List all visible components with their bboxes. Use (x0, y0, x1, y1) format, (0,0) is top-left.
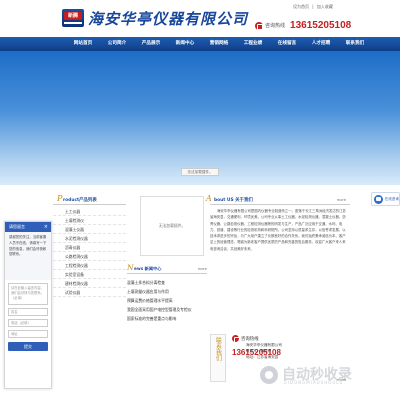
about-more-link[interactable]: more (337, 198, 346, 202)
add-favorite-link[interactable]: 加入收藏 (317, 4, 333, 9)
set-homepage-link[interactable]: 设为首页 (293, 4, 309, 9)
contact-hotline: 咨询热线 (232, 335, 259, 343)
chat-header: 请您留言 × (5, 222, 51, 232)
phone-icon (255, 21, 263, 30)
nav-item-projects[interactable]: 工程业绩 (236, 37, 270, 51)
top-links: 设为首页 | 加入收藏 (293, 4, 335, 10)
news-item[interactable]: 预算运费价格管理水平提高 (127, 296, 207, 305)
product-item[interactable]: 实验室设备 (53, 270, 126, 279)
logo[interactable]: 新腾 (62, 9, 84, 27)
chat-message: 感谢您的关注，当前客服人员不在线，请填写一下您的信息，我们会尽快和您联系。 (5, 232, 51, 280)
news-item[interactable]: 土壤测量仪器应用与作用 (127, 287, 207, 296)
product-item[interactable]: 土工仪器 (53, 207, 126, 216)
logo-badge-text: 新腾 (64, 12, 82, 20)
company-name: 海安华亭仪器有限公司 (88, 10, 249, 28)
news-title-initial: N (127, 263, 134, 272)
nav-item-jobs[interactable]: 人才招聘 (304, 37, 338, 51)
hotline-label: 咨询热线 (265, 23, 286, 29)
chat-widget: 请您留言 × 感谢您的关注，当前客服人员不在线，请填写一下您的信息，我们会尽快和… (4, 221, 52, 389)
product-item[interactable]: 土壤检测仪 (53, 216, 126, 225)
product-list-panel: P roduct产品列表 土工仪器 土壤检测仪 混凝土仪器 水泥检测仪器 沥青仪… (53, 193, 126, 345)
watermark: 自动秒收录 ZIDONGMIAOSHOULU (260, 364, 378, 386)
footer-more-link[interactable]: more (337, 378, 346, 382)
product-item[interactable]: 工程检测仪器 (53, 261, 126, 270)
nav-item-home[interactable]: 网站首页 (66, 37, 100, 51)
product-list: 土工仪器 土壤检测仪 混凝土仪器 水泥检测仪器 沥青仪器 公路检测仪器 工程检测… (53, 207, 126, 297)
link-separator: | (312, 4, 314, 9)
news-item[interactable]: 国家标准的完善是重点与影响 (127, 314, 207, 323)
hotline-number: 13615205108 (290, 20, 352, 31)
watermark-subtext: ZIDONGMIAOSHOULU (284, 380, 344, 385)
chat-bubble-icon (374, 194, 383, 204)
news-item[interactable]: 我国全面采用国产电控型管理及专检仪 (127, 305, 207, 314)
nav-item-message[interactable]: 在线留言 (270, 37, 304, 51)
online-consult-button[interactable]: 在线咨询 (371, 192, 400, 206)
product-title-text: roduct产品列表 (63, 198, 97, 203)
product-item[interactable]: 水泥检测仪器 (53, 234, 126, 243)
news-list: 混凝土拌合料分离检查 土壤测量仪器应用与作用 预算运费价格管理水平提高 我国全面… (127, 278, 207, 323)
news-more-link[interactable]: more (198, 267, 207, 271)
chat-submit-button[interactable]: 提交 (8, 342, 48, 351)
header-hotline: 咨询热线 13615205108 (255, 20, 351, 31)
product-item[interactable]: 试验仪器 (53, 288, 126, 297)
product-item[interactable]: 沥青仪器 (53, 243, 126, 252)
chat-phone-input[interactable]: 电话（必填） (8, 319, 48, 327)
product-item[interactable]: 建材检测仪器 (53, 279, 126, 288)
header: 新腾 海安华亭仪器有限公司 设为首页 | 加入收藏 咨询热线 136152051… (0, 0, 400, 36)
watermark-logo-icon (260, 366, 278, 384)
nav-item-news[interactable]: 新闻中心 (168, 37, 202, 51)
chat-message-textarea[interactable]: 请在此输入留言内容，我们会尽快与您联系。（必填） (8, 283, 48, 305)
news-item[interactable]: 混凝土拌合料分离检查 (127, 278, 207, 287)
contact-info: 海安华亭仪器有限公司 联系人：蒋经理 地址：江苏省海安县 (246, 342, 282, 360)
nav-item-about[interactable]: 公司简介 (100, 37, 134, 51)
about-panel: A bout US 关于我们 more 海安华亭仪器有限公司是国内仪器专业制造商… (206, 193, 350, 285)
nav-item-products[interactable]: 产品展示 (134, 37, 168, 51)
contact-side-text: 联系我们 (214, 337, 222, 361)
nav-item-network[interactable]: 营销网络 (202, 37, 236, 51)
contact-hotline-label: 咨询热线 (241, 336, 259, 342)
news-title-text: ews 新闻中心 (134, 266, 162, 271)
image-plugin-error: 无法加载插件。 (158, 223, 186, 228)
chat-title: 请您留言 (9, 224, 25, 229)
chat-name-input[interactable]: 姓名 (8, 308, 48, 316)
news-panel: N ews 新闻中心 more 混凝土拌合料分离检查 土壤测量仪器应用与作用 预… (127, 262, 207, 342)
product-panel-title: P roduct产品列表 (53, 193, 126, 205)
about-title-text: bout US 关于我们 (214, 198, 253, 203)
banner: 无法加载插件。 (0, 51, 400, 185)
banner-plugin-error: 无法加载插件。 (181, 168, 219, 176)
page: 新腾 海安华亭仪器有限公司 设为首页 | 加入收藏 咨询热线 136152051… (0, 0, 400, 400)
contact-side-label: 联系我们 (210, 334, 226, 382)
about-title-initial: A (206, 194, 212, 203)
close-icon[interactable]: × (44, 222, 48, 232)
nav-item-contact[interactable]: 联系我们 (338, 37, 372, 51)
news-panel-title: N ews 新闻中心 more (127, 262, 207, 274)
product-item[interactable]: 公路检测仪器 (53, 252, 126, 261)
logo-stripe (64, 22, 82, 24)
image-plugin-placeholder: 无法加载插件。 (140, 196, 204, 256)
product-item[interactable]: 混凝土仪器 (53, 225, 126, 234)
online-consult-label: 在线咨询 (384, 196, 399, 201)
about-text: 海安华亭仪器有限公司是国内仪器专业制造商之一。座落于长江三角洲经济发达的江苏省海… (210, 209, 346, 251)
contact-address: 地址：江苏省海安县 (246, 355, 279, 359)
chat-address-input[interactable]: 地址 (8, 330, 48, 338)
product-title-initial: P (57, 194, 63, 203)
about-panel-title: A bout US 关于我们 more (206, 193, 350, 205)
phone-icon (232, 335, 240, 343)
main-nav: 网站首页 公司简介 产品展示 新闻中心 营销网络 工程业绩 在线留言 人才招聘 … (0, 37, 400, 51)
